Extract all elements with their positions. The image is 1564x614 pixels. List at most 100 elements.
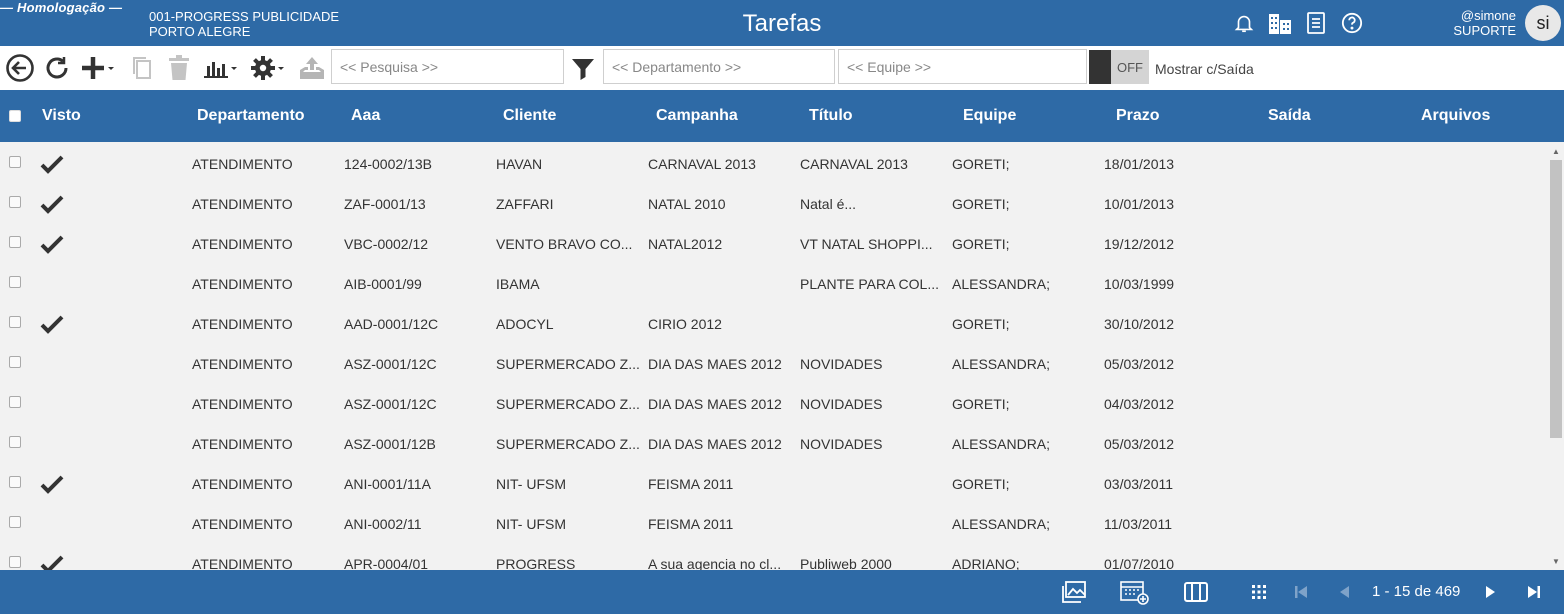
column-header-aaa[interactable]: Aaa [351,90,380,142]
cell-equipe: ALESSANDRA; [952,356,1051,372]
vertical-scrollbar[interactable]: ▲ ▼ [1548,142,1564,570]
refresh-icon [46,57,68,79]
first-page-icon [1295,586,1307,598]
row-checkbox[interactable] [9,156,21,168]
table-row[interactable]: ATENDIMENTO AAD-0001/12C ADOCYL CIRIO 2012 G… [0,304,1548,344]
document-icon[interactable] [1304,11,1328,35]
cell-campanha: FEISMA 2011 [648,476,734,492]
pager-text: 1 - 15 de 469 [1372,583,1461,600]
cell-aaa: ANI-0002/11 [344,516,422,532]
cell-prazo: 05/03/2012 [1104,356,1175,372]
table-row[interactable]: ATENDIMENTO ANI-0001/11A NIT- UFSM FEISMA 2… [0,464,1548,504]
row-checkbox[interactable] [9,556,21,568]
buildings-icon[interactable] [1268,11,1292,35]
department-field[interactable] [603,49,835,84]
column-header-prazo[interactable]: Prazo [1116,90,1160,142]
first-page-button[interactable] [1293,580,1309,604]
table-row[interactable]: ATENDIMENTO ASZ-0001/12C SUPERMERCADO Z...… [0,344,1548,384]
checkmark-icon [40,155,64,174]
table-row[interactable]: ATENDIMENTO ASZ-0001/12C SUPERMERCADO Z...… [0,384,1548,424]
row-checkbox[interactable] [9,396,21,408]
company-info[interactable]: 001-PROGRESS PUBLICIDADE PORTO ALEGRE [149,9,339,39]
cell-aaa: AIB-0001/99 [344,276,422,292]
back-button[interactable] [5,53,35,83]
last-page-icon [1528,586,1540,598]
calendar-view-button[interactable] [1120,580,1150,605]
avatar[interactable]: si [1525,5,1561,41]
search-input[interactable] [340,58,555,75]
filter-button[interactable] [571,54,595,84]
cell-titulo: NOVIDADES [800,356,883,372]
cell-titulo: Publiweb 2000 [800,556,892,570]
delete-button[interactable] [167,53,191,83]
checkmark-icon [40,315,64,334]
user-info[interactable]: @simone SUPORTE [1453,8,1516,38]
grid-icon [1252,585,1266,599]
previous-page-button[interactable] [1337,580,1351,604]
column-header-campanha[interactable]: Campanha [656,90,738,142]
table-row[interactable]: ATENDIMENTO ZAF-0001/13 ZAFFARI NATAL 2010 N… [0,184,1548,224]
row-checkbox[interactable] [9,276,21,288]
export-button[interactable] [298,53,326,83]
settings-button[interactable] [250,53,286,83]
team-input[interactable] [847,58,1078,75]
next-page-button[interactable] [1484,580,1498,604]
caret-down-icon [108,67,114,70]
row-checkbox[interactable] [9,196,21,208]
cell-aaa: ZAF-0001/13 [344,196,426,212]
row-checkbox[interactable] [9,316,21,328]
image-icon [1062,581,1086,603]
cell-equipe: GORETI; [952,236,1010,252]
cell-prazo: 03/03/2011 [1104,476,1174,492]
chart-button[interactable] [203,53,239,83]
table-row[interactable]: ATENDIMENTO APR-0004/01 PROGRESS A sua agen… [0,544,1548,570]
table-row[interactable]: ATENDIMENTO VBC-0002/12 VENTO BRAVO CO... N… [0,224,1548,264]
cell-departamento: ATENDIMENTO [192,276,293,292]
scroll-down-arrow[interactable]: ▼ [1548,554,1564,568]
bell-icon[interactable] [1232,11,1256,35]
cell-cliente: HAVAN [496,156,543,172]
column-header-titulo[interactable]: Título [809,90,853,142]
refresh-button[interactable] [43,53,71,83]
cell-cliente: ADOCYL [496,316,554,332]
image-view-button[interactable] [1061,580,1087,604]
column-view-button[interactable] [1184,580,1208,604]
cell-aaa: VBC-0002/12 [344,236,429,252]
column-header-departamento[interactable]: Departamento [197,90,305,142]
column-header-cliente[interactable]: Cliente [503,90,556,142]
column-header-saida[interactable]: Saída [1268,90,1311,142]
last-page-button[interactable] [1526,580,1542,604]
scroll-up-arrow[interactable]: ▲ [1548,144,1564,158]
column-header-visto[interactable]: Visto [42,90,81,142]
team-field[interactable] [838,49,1087,84]
show-exit-toggle[interactable]: OFF [1089,50,1149,84]
footer-bar: 1 - 15 de 469 [0,570,1564,614]
copy-button[interactable] [131,53,153,83]
checkmark-icon [40,555,64,570]
table-row[interactable]: ATENDIMENTO ASZ-0001/12B SUPERMERCADO Z...… [0,424,1548,464]
department-input[interactable] [612,58,826,75]
arrow-left-circle-icon [6,54,34,82]
column-header-arquivos[interactable]: Arquivos [1421,90,1490,142]
scrollbar-thumb[interactable] [1550,160,1562,438]
table-row[interactable]: ATENDIMENTO 124-0002/13B HAVAN CARNAVAL 201… [0,144,1548,184]
row-checkbox[interactable] [9,476,21,488]
row-checkbox[interactable] [9,356,21,368]
add-button[interactable] [80,53,116,83]
column-header-equipe[interactable]: Equipe [963,90,1016,142]
row-checkbox[interactable] [9,516,21,528]
cell-cliente: PROGRESS [496,556,576,570]
cell-titulo: Natal é... [800,196,857,212]
row-checkbox[interactable] [9,236,21,248]
grid-view-button[interactable] [1250,580,1268,604]
table-row[interactable]: ATENDIMENTO ANI-0002/11 NIT- UFSM FEISMA 20… [0,504,1548,544]
toggle-label: Mostrar c/Saída [1155,61,1254,77]
gear-icon [251,56,275,80]
row-checkbox[interactable] [9,436,21,448]
table-body: ATENDIMENTO 124-0002/13B HAVAN CARNAVAL 201… [0,142,1548,570]
help-icon[interactable] [1340,11,1364,35]
table-row[interactable]: ATENDIMENTO AIB-0001/99 IBAMA PLANTE PARA C… [0,264,1548,304]
cell-prazo: 11/03/2011 [1104,516,1172,532]
select-all-checkbox[interactable] [9,90,21,142]
search-field[interactable] [331,49,564,84]
